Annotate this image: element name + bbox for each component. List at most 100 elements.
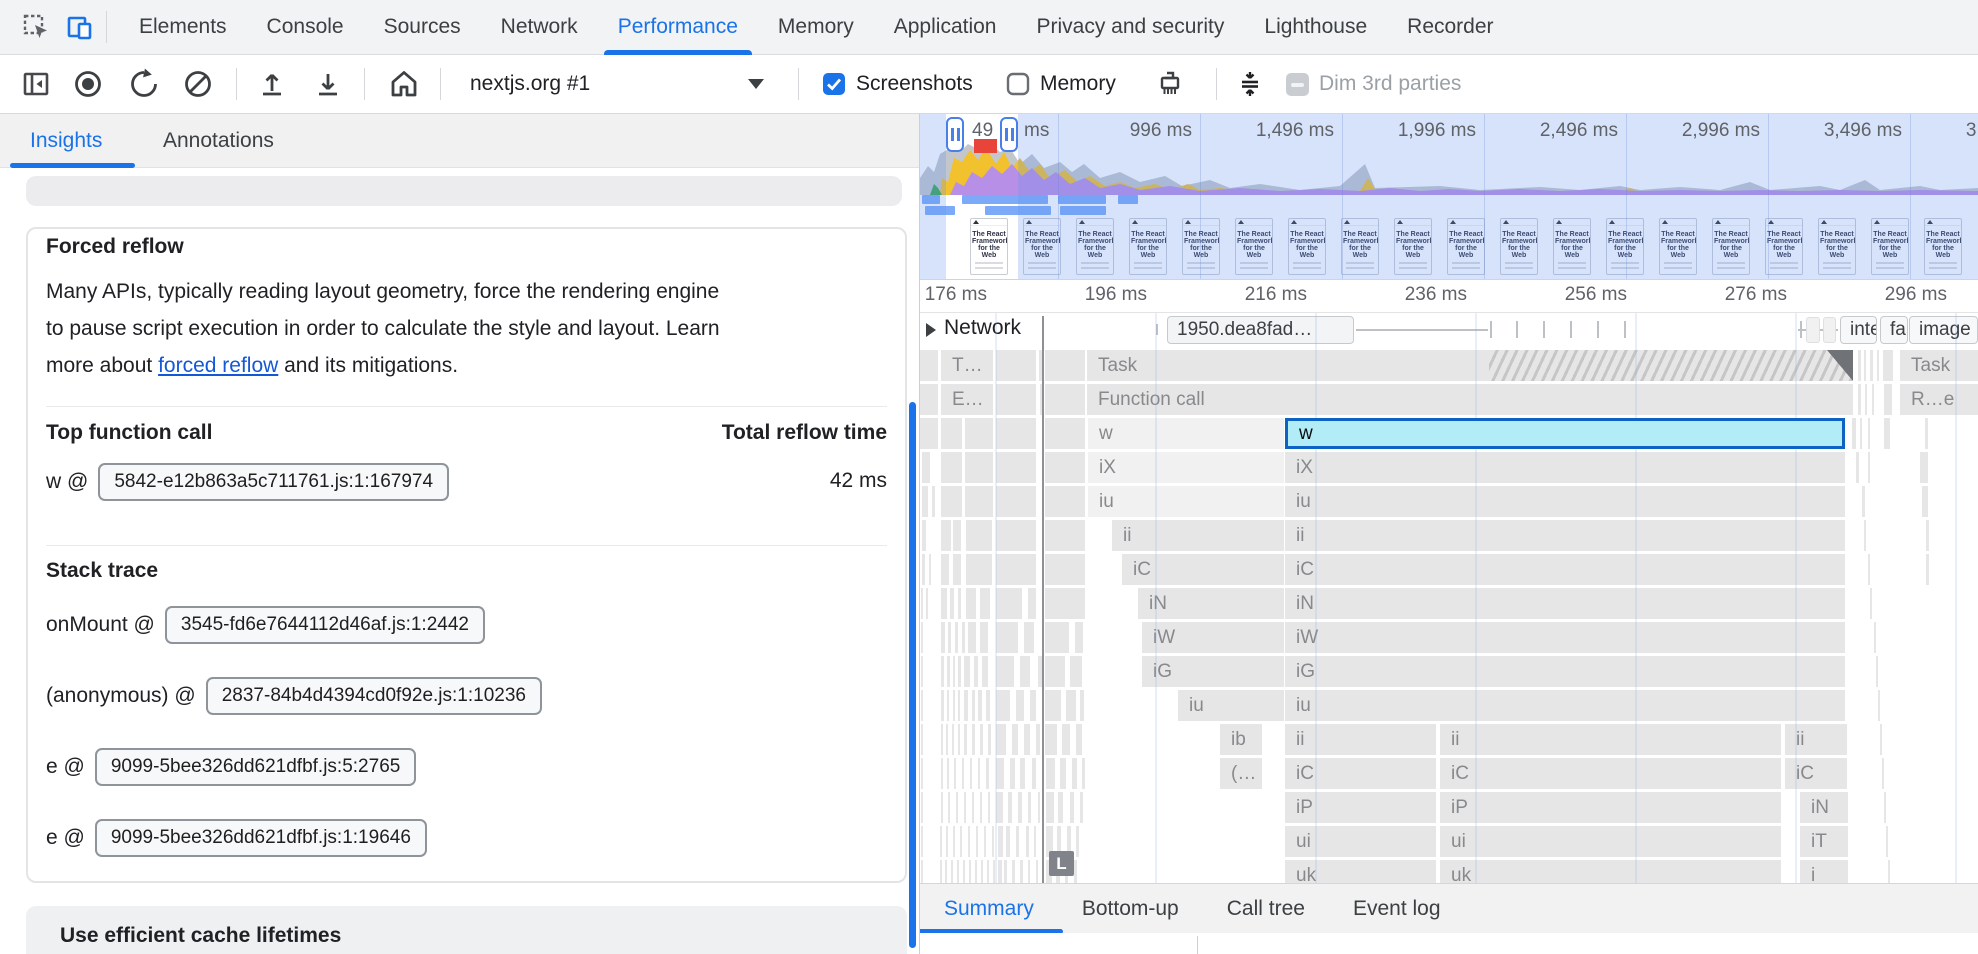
flame-bar[interactable] [996,656,1014,687]
flame-bar[interactable] [986,690,990,721]
flame-bar[interactable] [941,724,943,755]
flame-bar[interactable] [1862,486,1865,517]
flame-bar[interactable] [1045,520,1085,551]
flame-bar[interactable] [988,724,991,755]
flame-bar[interactable] [966,588,976,619]
flame-bar[interactable]: ui [1285,826,1436,857]
flame-bar[interactable] [1018,792,1022,823]
flame-bar[interactable] [1045,690,1061,721]
flame-bar[interactable] [996,622,1018,653]
flame-bar[interactable] [1045,554,1085,585]
flame-bar[interactable] [948,792,950,823]
flame-bar[interactable] [996,350,1036,381]
flame-bar[interactable]: i [1800,860,1848,883]
flame-bar[interactable] [1070,656,1082,687]
flame-bar[interactable] [975,860,977,883]
flame-bar[interactable] [1877,350,1879,381]
flame-bar[interactable] [968,622,976,653]
flame-bar[interactable] [1045,350,1085,381]
flame-bar[interactable] [1026,826,1029,857]
collapse-sections-icon[interactable] [1228,55,1272,113]
flame-bar[interactable] [963,860,965,883]
flame-bar[interactable]: ii [1285,520,1845,551]
flame-bar[interactable] [965,486,993,517]
flame-bar[interactable] [962,622,965,653]
flame-bar[interactable]: ii [1112,520,1284,551]
forced-reflow-doc-link[interactable]: forced reflow [158,354,278,377]
download-profile-icon[interactable] [306,55,350,113]
flame-bar[interactable] [998,860,1002,883]
flame-bar[interactable] [1070,792,1074,823]
flame-bar[interactable] [988,792,990,823]
flame-bar[interactable] [1080,690,1084,721]
flame-bar[interactable] [920,350,938,381]
source-location-link[interactable]: 9099-5bee326dd621dfbf.js:5:2765 [95,748,416,786]
flame-bar[interactable]: iN [1138,588,1284,619]
flame-bar[interactable]: Function call [1087,384,1853,415]
flame-bar[interactable] [921,792,923,823]
flame-bar[interactable] [984,826,986,857]
flame-bar[interactable] [982,656,988,687]
flame-bar[interactable] [1066,690,1076,721]
flame-bar[interactable] [1028,792,1031,823]
flame-bar[interactable] [1870,350,1873,381]
flame-bar[interactable] [986,758,989,789]
flame-bar[interactable]: Task [1087,350,1853,381]
tab-privacy-and-security[interactable]: Privacy and security [1016,0,1244,55]
source-location-link[interactable]: 9099-5bee326dd621dfbf.js:1:19646 [95,819,427,857]
flame-bar[interactable] [1020,860,1023,883]
flame-bar[interactable] [1880,724,1882,755]
tab-recorder[interactable]: Recorder [1387,0,1513,55]
flame-bar[interactable] [965,418,993,449]
flame-bar[interactable] [1045,622,1069,653]
flame-bar[interactable]: R…e [1900,384,1978,415]
flame-bar[interactable] [1016,690,1024,721]
tab-call-tree[interactable]: Call tree [1203,884,1329,934]
inspect-element-icon[interactable] [14,5,58,49]
tab-elements[interactable]: Elements [119,0,247,55]
flame-bar[interactable] [1925,418,1928,449]
flame-bar[interactable]: iC [1285,758,1436,789]
flame-bar[interactable] [960,826,962,857]
flame-bar[interactable] [1062,724,1070,755]
flame-bar[interactable] [996,554,1036,585]
flame-bar[interactable] [929,554,931,585]
flame-bar[interactable]: iP [1440,792,1781,823]
flame-bar[interactable] [964,724,967,755]
flame-bar[interactable] [1884,792,1886,823]
flame-bar[interactable] [952,724,954,755]
flame-bar[interactable] [1082,758,1085,789]
flame-bar[interactable] [940,826,942,857]
flame-bar[interactable] [1060,758,1066,789]
flame-bar[interactable] [1864,520,1866,551]
flame-bar[interactable] [1045,452,1085,483]
flame-bar[interactable] [964,690,968,721]
flame-bar[interactable] [974,656,978,687]
flame-bar[interactable] [964,792,966,823]
flame-bar[interactable] [1008,792,1012,823]
flame-bar[interactable] [996,452,1036,483]
flame-bar[interactable] [953,656,955,687]
flame-bar[interactable] [1864,350,1866,381]
flame-bar[interactable] [951,860,953,883]
flame-bar[interactable]: (… [1220,758,1262,789]
flame-bar[interactable] [1045,418,1085,449]
flame-bar[interactable]: iN [1800,792,1848,823]
network-request-chip[interactable]: 1950.dea8fad… [1167,316,1354,344]
flame-bar[interactable] [1884,418,1890,449]
flame-bar[interactable] [926,588,928,619]
flame-bar[interactable] [920,418,938,449]
screenshots-checkbox[interactable]: Screenshots [822,55,973,113]
flame-bar[interactable] [1884,384,1892,415]
flame-bar[interactable] [941,486,962,517]
flame-bar[interactable] [921,656,923,687]
flame-bar[interactable] [1036,860,1038,883]
tab-lighthouse[interactable]: Lighthouse [1244,0,1387,55]
flame-bar[interactable] [1926,554,1929,585]
flame-bar[interactable]: iP [1285,792,1436,823]
source-location-link[interactable]: 3545-fd6e7644112d46af.js:1:2442 [165,606,485,644]
flame-bar[interactable] [958,690,960,721]
flame-bar[interactable] [932,486,935,517]
flame-bar[interactable] [1045,656,1065,687]
flame-bar[interactable] [941,758,943,789]
